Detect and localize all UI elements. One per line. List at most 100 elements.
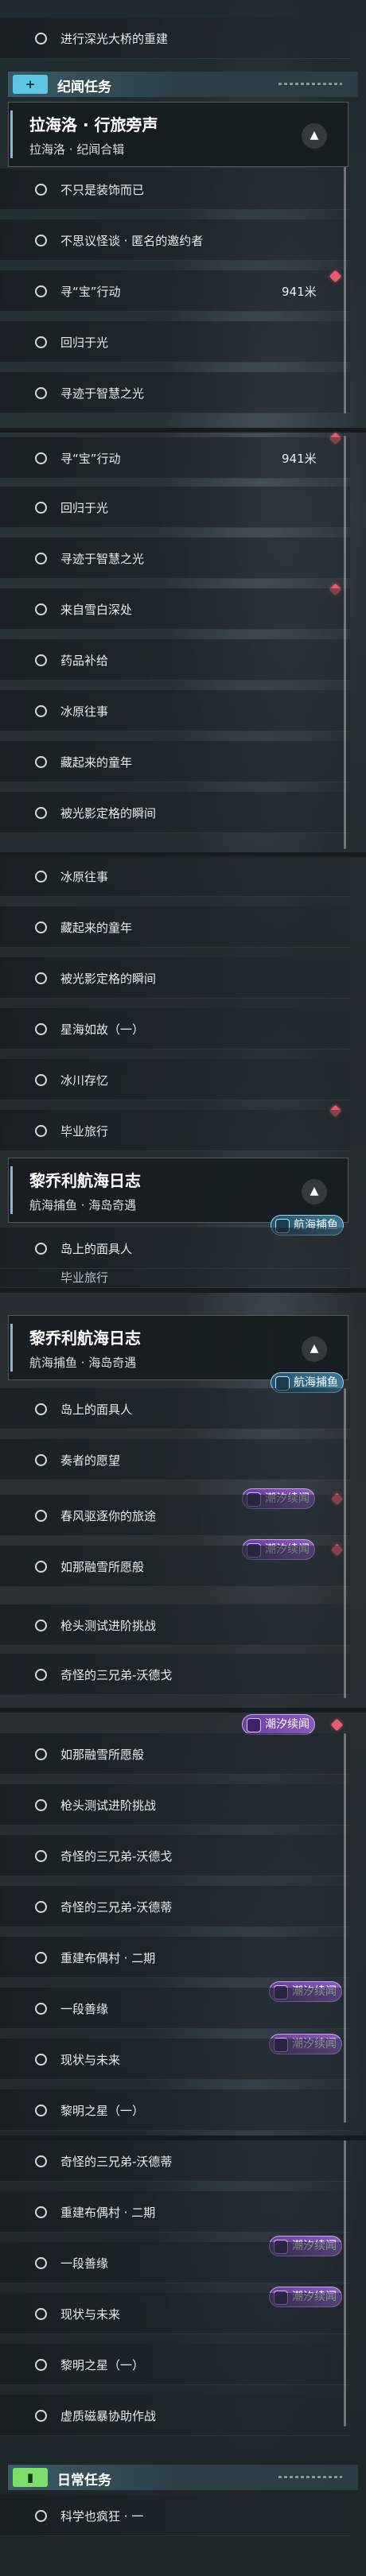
quest-list-page: 进行深光大桥的重建 + 纪闻任务 拉海洛 · 行旅旁声 拉海洛 · 纪闻合辑 ▲ 不只… xyxy=(0,0,366,2576)
quest-row[interactable]: 春风驱逐你的旅途 xyxy=(0,1495,350,1536)
quest-row[interactable]: 寻“宝”行动 941米 xyxy=(0,270,350,312)
scrollbar[interactable] xyxy=(344,2140,346,2427)
quest-status-icon xyxy=(35,33,47,45)
quest-status-icon xyxy=(35,1074,47,1086)
quest-row[interactable]: 被光影定格的瞬间 xyxy=(0,792,350,833)
quest-row[interactable]: 寻“宝”行动 941米 xyxy=(0,437,350,479)
quest-row[interactable]: 被光影定格的瞬间 xyxy=(0,957,350,999)
quest-row[interactable]: 冰原往事 xyxy=(0,855,350,897)
quest-label: 岛上的面具人 xyxy=(60,1242,133,1256)
quest-row[interactable]: 藏起来的童年 xyxy=(0,906,350,948)
quest-row[interactable]: 一段善缘 xyxy=(0,1988,350,2029)
quest-row[interactable]: 如那融雪所愿般 xyxy=(0,1546,350,1587)
quest-row[interactable]: 现状与未来 xyxy=(0,2293,350,2334)
quest-row[interactable]: 重建布偶村 · 二期 xyxy=(0,1937,350,1978)
quest-row[interactable]: 枪头测试进阶挑战 xyxy=(0,1784,350,1825)
quest-label: 一段善缘 xyxy=(60,2002,109,2016)
quest-label: 枪头测试进阶挑战 xyxy=(60,1619,157,1633)
scrollbar[interactable] xyxy=(344,167,346,413)
quest-label: 黎明之星（一） xyxy=(60,2104,145,2118)
quest-row[interactable]: 不思议怪谈 · 匿名的邀约者 xyxy=(0,219,350,261)
quest-row[interactable]: 寻迹于智慧之光 xyxy=(0,537,350,579)
quest-row[interactable]: 重建布偶村 · 二期 xyxy=(0,2191,350,2233)
quest-label: 春风驱逐你的旅途 xyxy=(60,1509,157,1523)
collapse-chevron-icon[interactable]: ▲ xyxy=(302,123,327,149)
quest-row[interactable]: 现状与未来 xyxy=(0,2039,350,2080)
group-header-lahailuo[interactable]: 拉海洛 · 行旅旁声 拉海洛 · 纪闻合辑 ▲ xyxy=(8,102,348,167)
quest-row[interactable]: 奏者的愿望 xyxy=(0,1439,350,1480)
tag-label: 航海捕鱼 xyxy=(294,1376,338,1389)
quest-status-icon xyxy=(35,184,47,196)
accent-bar xyxy=(10,1166,13,1214)
group-title: 黎乔利航海日志 xyxy=(29,1329,141,1348)
quest-status-icon xyxy=(35,2410,47,2422)
quest-status-icon xyxy=(35,1454,47,1466)
quest-row[interactable]: 虚质磁暴协助作战 xyxy=(0,2395,350,2436)
quest-status-icon xyxy=(35,336,47,348)
quest-row[interactable]: 回归于光 xyxy=(0,487,350,528)
quest-row[interactable]: 冰原往事 xyxy=(0,690,350,731)
quest-label: 科学也疯狂 · 一 xyxy=(60,2509,144,2524)
quest-row[interactable]: 毕业旅行 xyxy=(0,1110,350,1151)
quest-label: 进行深光大桥的重建 xyxy=(60,32,169,46)
quest-row[interactable]: 如那融雪所愿般 xyxy=(0,1733,350,1775)
quest-row[interactable]: 寻迹于智慧之光 xyxy=(0,372,350,413)
section-header-daily[interactable]: ▮ 日常任务 xyxy=(8,2465,358,2490)
quest-row[interactable]: 藏起来的童年 xyxy=(0,741,350,782)
quest-status-icon xyxy=(35,921,47,933)
group-header-liqiaoli[interactable]: 黎乔利航海日志 航海捕鱼 · 海岛奇遇 ▲ xyxy=(8,1158,348,1223)
collapse-chevron-icon[interactable]: ▲ xyxy=(302,1336,327,1362)
quest-label: 冰原往事 xyxy=(60,704,109,719)
quest-label: 寻“宝”行动 xyxy=(60,452,121,466)
distance-label: 941米 xyxy=(282,452,317,466)
quest-label: 回归于光 xyxy=(60,501,109,515)
section-title: 日常任务 xyxy=(57,2473,111,2489)
scrollbar[interactable] xyxy=(344,436,346,849)
group-title: 黎乔利航海日志 xyxy=(29,1171,141,1190)
quest-row[interactable]: 不只是装饰而已 xyxy=(0,169,350,210)
quest-row[interactable]: 星海如故（一） xyxy=(0,1008,350,1049)
quest-row[interactable]: 黎明之星（一） xyxy=(0,2344,350,2385)
quest-label: 重建布偶村 · 二期 xyxy=(60,2206,156,2220)
scrollbar[interactable] xyxy=(344,1733,346,2123)
quest-row[interactable]: 枪头测试进阶挑战 xyxy=(0,1604,350,1646)
quest-row[interactable]: 来自雪白深处 xyxy=(0,588,350,630)
group-header-liqiaoli[interactable]: 黎乔利航海日志 航海捕鱼 · 海岛奇遇 ▲ xyxy=(8,1315,348,1380)
quest-row[interactable]: 奇怪的三兄弟-沃德戈 xyxy=(0,1654,350,1695)
quest-label: 重建布偶村 · 二期 xyxy=(60,1951,156,1965)
quest-row[interactable]: 奇怪的三兄弟-沃德蒂 xyxy=(0,2140,350,2182)
quest-status-icon xyxy=(35,972,47,984)
quest-row[interactable]: 一段善缘 xyxy=(0,2242,350,2283)
quest-row[interactable]: 科学也疯狂 · 一 xyxy=(0,2495,350,2536)
quest-row[interactable]: 进行深光大桥的重建 xyxy=(0,17,350,59)
quest-label: 奏者的愿望 xyxy=(60,1453,121,1468)
quest-status-icon xyxy=(35,2308,47,2320)
quest-label: 不只是装饰而已 xyxy=(60,183,145,197)
quest-label: 奇怪的三兄弟-沃德戈 xyxy=(60,1849,173,1864)
quest-status-icon xyxy=(35,2359,47,2371)
quest-row[interactable]: 回归于光 xyxy=(0,321,350,363)
quest-row[interactable]: 岛上的面具人 xyxy=(0,1388,350,1430)
collapse-chevron-icon[interactable]: ▲ xyxy=(302,1179,327,1205)
quest-row[interactable]: 药品补给 xyxy=(0,639,350,681)
quest-label: 如那融雪所愿般 xyxy=(60,1560,145,1574)
quest-row[interactable]: 奇怪的三兄弟-沃德戈 xyxy=(0,1835,350,1876)
quest-row[interactable]: 岛上的面具人 xyxy=(0,1228,350,1269)
section-header-jiwen[interactable]: + 纪闻任务 xyxy=(8,72,358,97)
quest-row[interactable]: 黎明之星（一） xyxy=(0,2089,350,2131)
quest-label: 寻迹于智慧之光 xyxy=(60,552,145,566)
scrollbar[interactable] xyxy=(344,1388,346,1698)
quest-row[interactable]: 奇怪的三兄弟-沃德蒂 xyxy=(0,1886,350,1927)
quest-label: 冰原往事 xyxy=(60,870,109,884)
plus-icon: + xyxy=(13,75,48,94)
quest-label: 毕业旅行 xyxy=(60,1124,109,1139)
quest-status-icon xyxy=(35,1510,47,1522)
quest-label: 奇怪的三兄弟-沃德戈 xyxy=(60,1668,173,1682)
quest-status-icon xyxy=(35,1901,47,1913)
quest-label: 黎明之星（一） xyxy=(60,2358,145,2372)
section-title: 纪闻任务 xyxy=(57,80,111,95)
distance-label: 941米 xyxy=(282,285,317,299)
quest-row-partial[interactable]: 毕业旅行 xyxy=(0,1269,350,1288)
quest-row[interactable]: 冰川存忆 xyxy=(0,1059,350,1100)
quest-status-icon xyxy=(35,1403,47,1415)
